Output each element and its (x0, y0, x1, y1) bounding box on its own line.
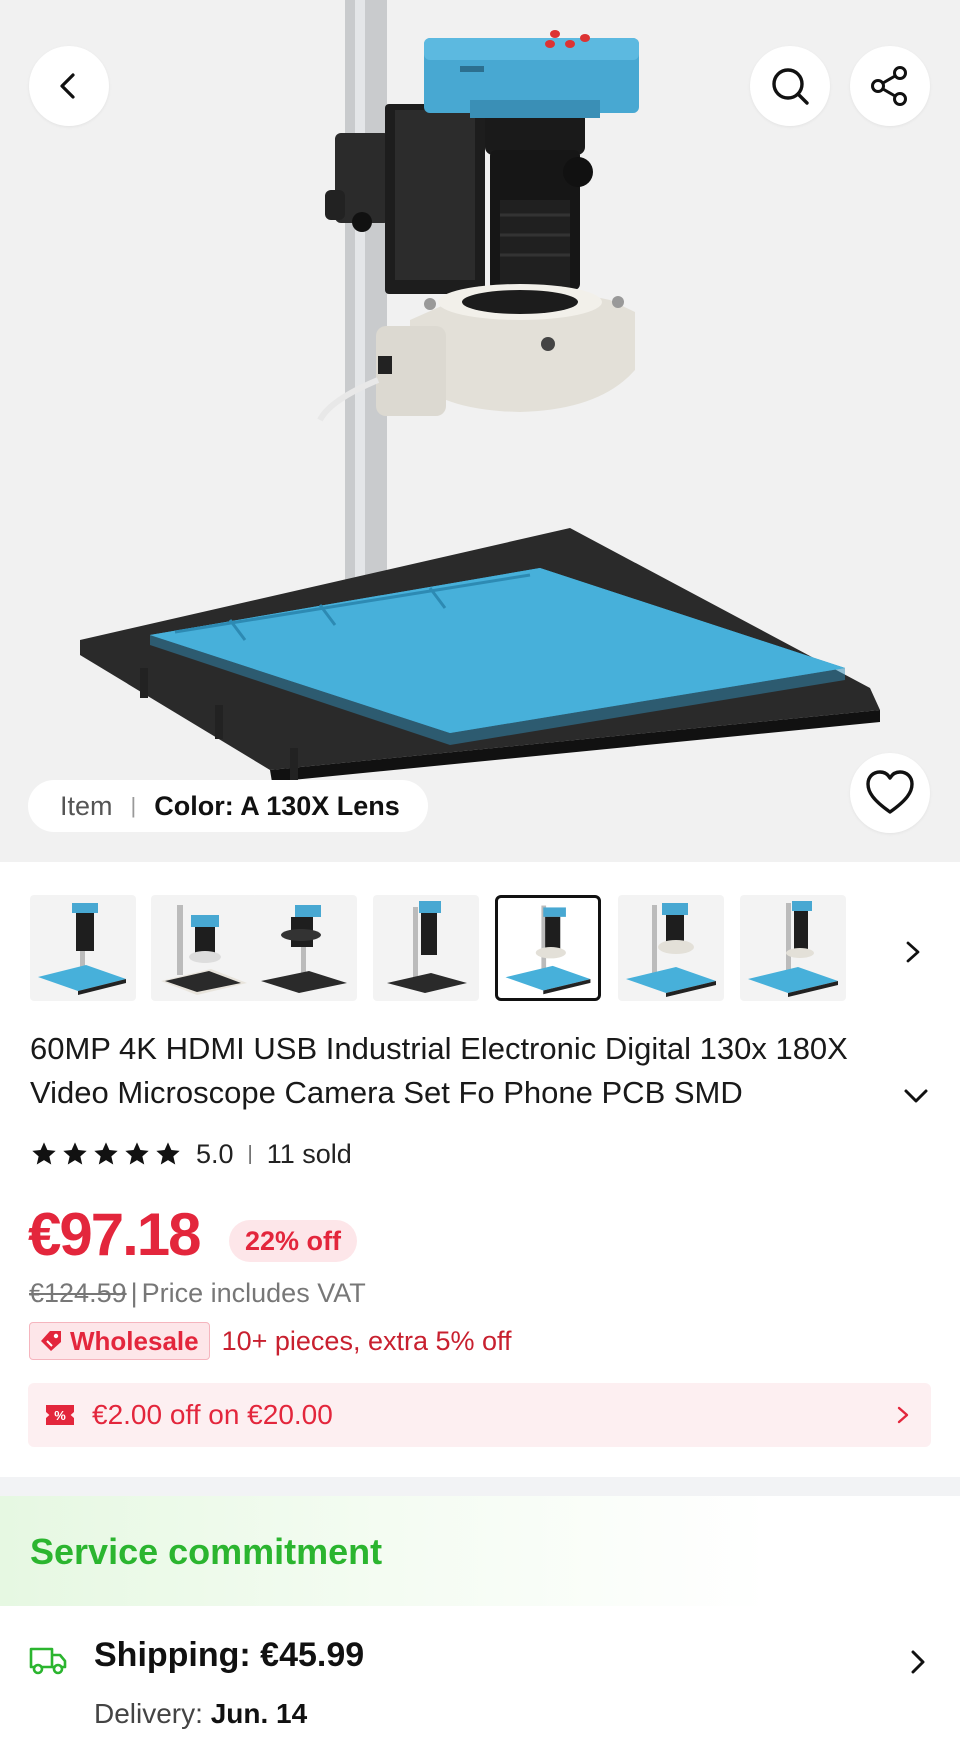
delivery-label: Delivery: (94, 1698, 203, 1729)
wholesale-badge: Wholesale (29, 1322, 210, 1360)
thumbnail-7[interactable] (740, 895, 846, 1001)
chevron-right-icon (900, 1644, 936, 1680)
star-icon (63, 1142, 87, 1165)
chevron-right-icon (906, 941, 920, 963)
thumbnail-image (38, 903, 126, 995)
share-button[interactable] (850, 46, 930, 126)
original-price-row: €124.59 | Price includes VAT (29, 1278, 366, 1309)
title-expand-button[interactable] (896, 1076, 936, 1116)
chevron-down-icon (904, 1089, 928, 1103)
thumbnail-1[interactable] (30, 895, 136, 1001)
coupon-banner[interactable]: % €2.00 off on €20.00 (28, 1383, 931, 1447)
coupon-icon: % (46, 1405, 74, 1425)
thumbnail-2[interactable] (151, 895, 257, 1001)
thumbnail-strip (0, 895, 960, 1003)
favorite-button[interactable] (850, 753, 930, 833)
coupon-text: €2.00 off on €20.00 (92, 1399, 333, 1430)
share-icon (871, 66, 907, 106)
chevron-right-icon (889, 1401, 917, 1429)
variant-pill[interactable]: Item | Color: A 130X Lens (28, 780, 428, 832)
thumbnail-6[interactable] (618, 895, 724, 1001)
shipping-row[interactable]: Shipping: €45.99 Delivery: Jun. 14 (0, 1620, 960, 1740)
truck-icon (28, 1643, 68, 1682)
price-separator: | (130, 1278, 138, 1308)
sold-count: 11 sold (266, 1138, 352, 1169)
search-icon (772, 68, 809, 105)
thumbnail-image (626, 903, 716, 997)
rating-value: 5.0 (196, 1138, 234, 1169)
chevron-left-icon (60, 73, 75, 99)
thumbnail-5[interactable] (495, 895, 601, 1001)
search-button[interactable] (750, 46, 830, 126)
wholesale-row[interactable]: Wholesale 10+ pieces, extra 5% off (29, 1322, 512, 1360)
delivery-date: Jun. 14 (210, 1698, 308, 1729)
section-divider (0, 1477, 960, 1496)
thumbnail-image (161, 905, 247, 995)
product-image-gallery[interactable]: Item | Color: A 130X Lens (0, 0, 960, 862)
thumbnail-image (261, 905, 347, 993)
product-title: 60MP 4K HDMI USB Industrial Electronic D… (30, 1031, 848, 1110)
star-icon (32, 1142, 56, 1165)
vat-note: Price includes VAT (141, 1278, 366, 1308)
thumbnails-next-button[interactable] (893, 932, 933, 972)
shipping-cost: Shipping: €45.99 (94, 1636, 365, 1674)
wholesale-text: 10+ pieces, extra 5% off (221, 1325, 512, 1356)
original-price: €124.59 (29, 1278, 127, 1308)
discount-badge: 22% off (229, 1220, 358, 1262)
star-icon (94, 1142, 118, 1165)
thumbnail-image (505, 905, 591, 995)
thumbnail-image (748, 901, 838, 997)
heart-icon (866, 770, 914, 814)
thumbnail-image (387, 901, 467, 993)
delivery-estimate: Delivery: Jun. 14 (94, 1698, 307, 1730)
wholesale-label: Wholesale (70, 1325, 199, 1356)
star-rating (30, 1140, 182, 1168)
back-button[interactable] (29, 46, 109, 126)
variant-value: Color: A 130X Lens (154, 790, 400, 821)
price-tag-icon (38, 1328, 64, 1354)
star-icon (156, 1142, 180, 1165)
rating-separator: | (247, 1142, 253, 1165)
thumbnail-3[interactable] (251, 895, 357, 1001)
service-title: Service commitment (30, 1531, 383, 1572)
product-main-image (80, 0, 880, 782)
star-icon (125, 1142, 149, 1165)
variant-label: Item (60, 790, 113, 821)
thumbnail-4[interactable] (373, 895, 479, 1001)
current-price: €97.18 (28, 1201, 202, 1268)
rating-row[interactable]: 5.0 | 11 sold (30, 1136, 352, 1172)
variant-separator: | (130, 793, 137, 818)
